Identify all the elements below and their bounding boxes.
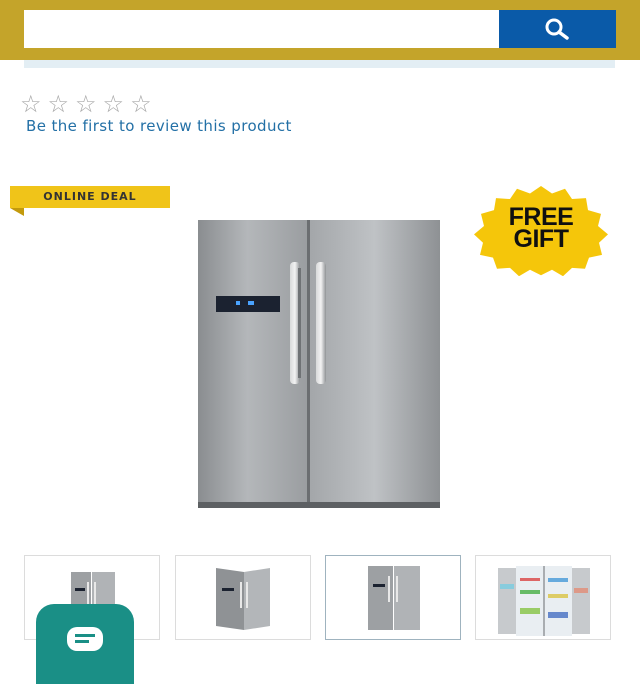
chat-button[interactable] bbox=[36, 604, 134, 684]
product-image[interactable] bbox=[192, 216, 448, 512]
header-divider bbox=[24, 60, 615, 68]
chat-icon bbox=[67, 627, 103, 651]
star-icon[interactable]: ☆ bbox=[48, 92, 70, 116]
online-deal-label: ONLINE DEAL bbox=[43, 190, 137, 203]
review-link[interactable]: Be the first to review this product bbox=[26, 117, 292, 135]
thumbnail-4[interactable] bbox=[475, 555, 611, 640]
rating-stars: ☆ ☆ ☆ ☆ ☆ bbox=[20, 92, 152, 116]
fridge-open-thumbnail bbox=[498, 566, 590, 636]
refrigerator-icon bbox=[198, 220, 440, 508]
star-icon[interactable]: ☆ bbox=[20, 92, 42, 116]
fridge-angle-thumbnail bbox=[216, 568, 270, 630]
star-icon[interactable]: ☆ bbox=[103, 92, 125, 116]
online-deal-badge: ONLINE DEAL bbox=[10, 186, 170, 216]
free-gift-badge: FREE GIFT bbox=[466, 186, 616, 276]
thumbnail-2[interactable] bbox=[175, 555, 311, 640]
fridge-front-thumbnail bbox=[368, 566, 420, 630]
free-gift-label: FREE GIFT bbox=[508, 203, 574, 253]
header-bar bbox=[0, 0, 640, 60]
star-icon[interactable]: ☆ bbox=[75, 92, 97, 116]
search-button[interactable] bbox=[499, 10, 616, 48]
star-icon[interactable]: ☆ bbox=[130, 92, 152, 116]
thumbnail-3[interactable] bbox=[325, 555, 461, 640]
search-input[interactable] bbox=[24, 10, 499, 48]
search-icon bbox=[545, 18, 569, 40]
